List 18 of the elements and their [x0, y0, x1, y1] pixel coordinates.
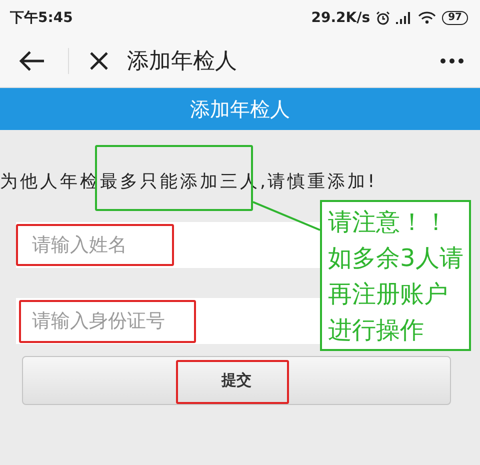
callout-text: 进行操作: [328, 315, 425, 346]
input-field[interactable]: 请输入姓名: [16, 222, 320, 268]
battery-level: 97: [442, 10, 468, 24]
input-field[interactable]: 请输入身份证号: [16, 298, 320, 344]
submit-button[interactable]: 提交: [22, 356, 451, 405]
signal-icon: [396, 12, 412, 24]
alarm-clock-icon: [376, 10, 390, 24]
back-button[interactable]: [18, 50, 46, 72]
nav-title: 添加年检人: [127, 48, 237, 76]
wifi-icon: [418, 11, 436, 24]
callout-text: 再注册账户: [328, 279, 449, 310]
header-title: 添加年检人: [190, 96, 290, 122]
callout-text: 如多余3人请: [328, 243, 464, 274]
close-button[interactable]: [89, 51, 109, 71]
status-time: 下午5:45: [10, 8, 73, 26]
callout-text: 请注意！！: [328, 207, 449, 238]
network-speed: 29.2K/s: [311, 10, 370, 26]
more-button[interactable]: [440, 58, 464, 64]
